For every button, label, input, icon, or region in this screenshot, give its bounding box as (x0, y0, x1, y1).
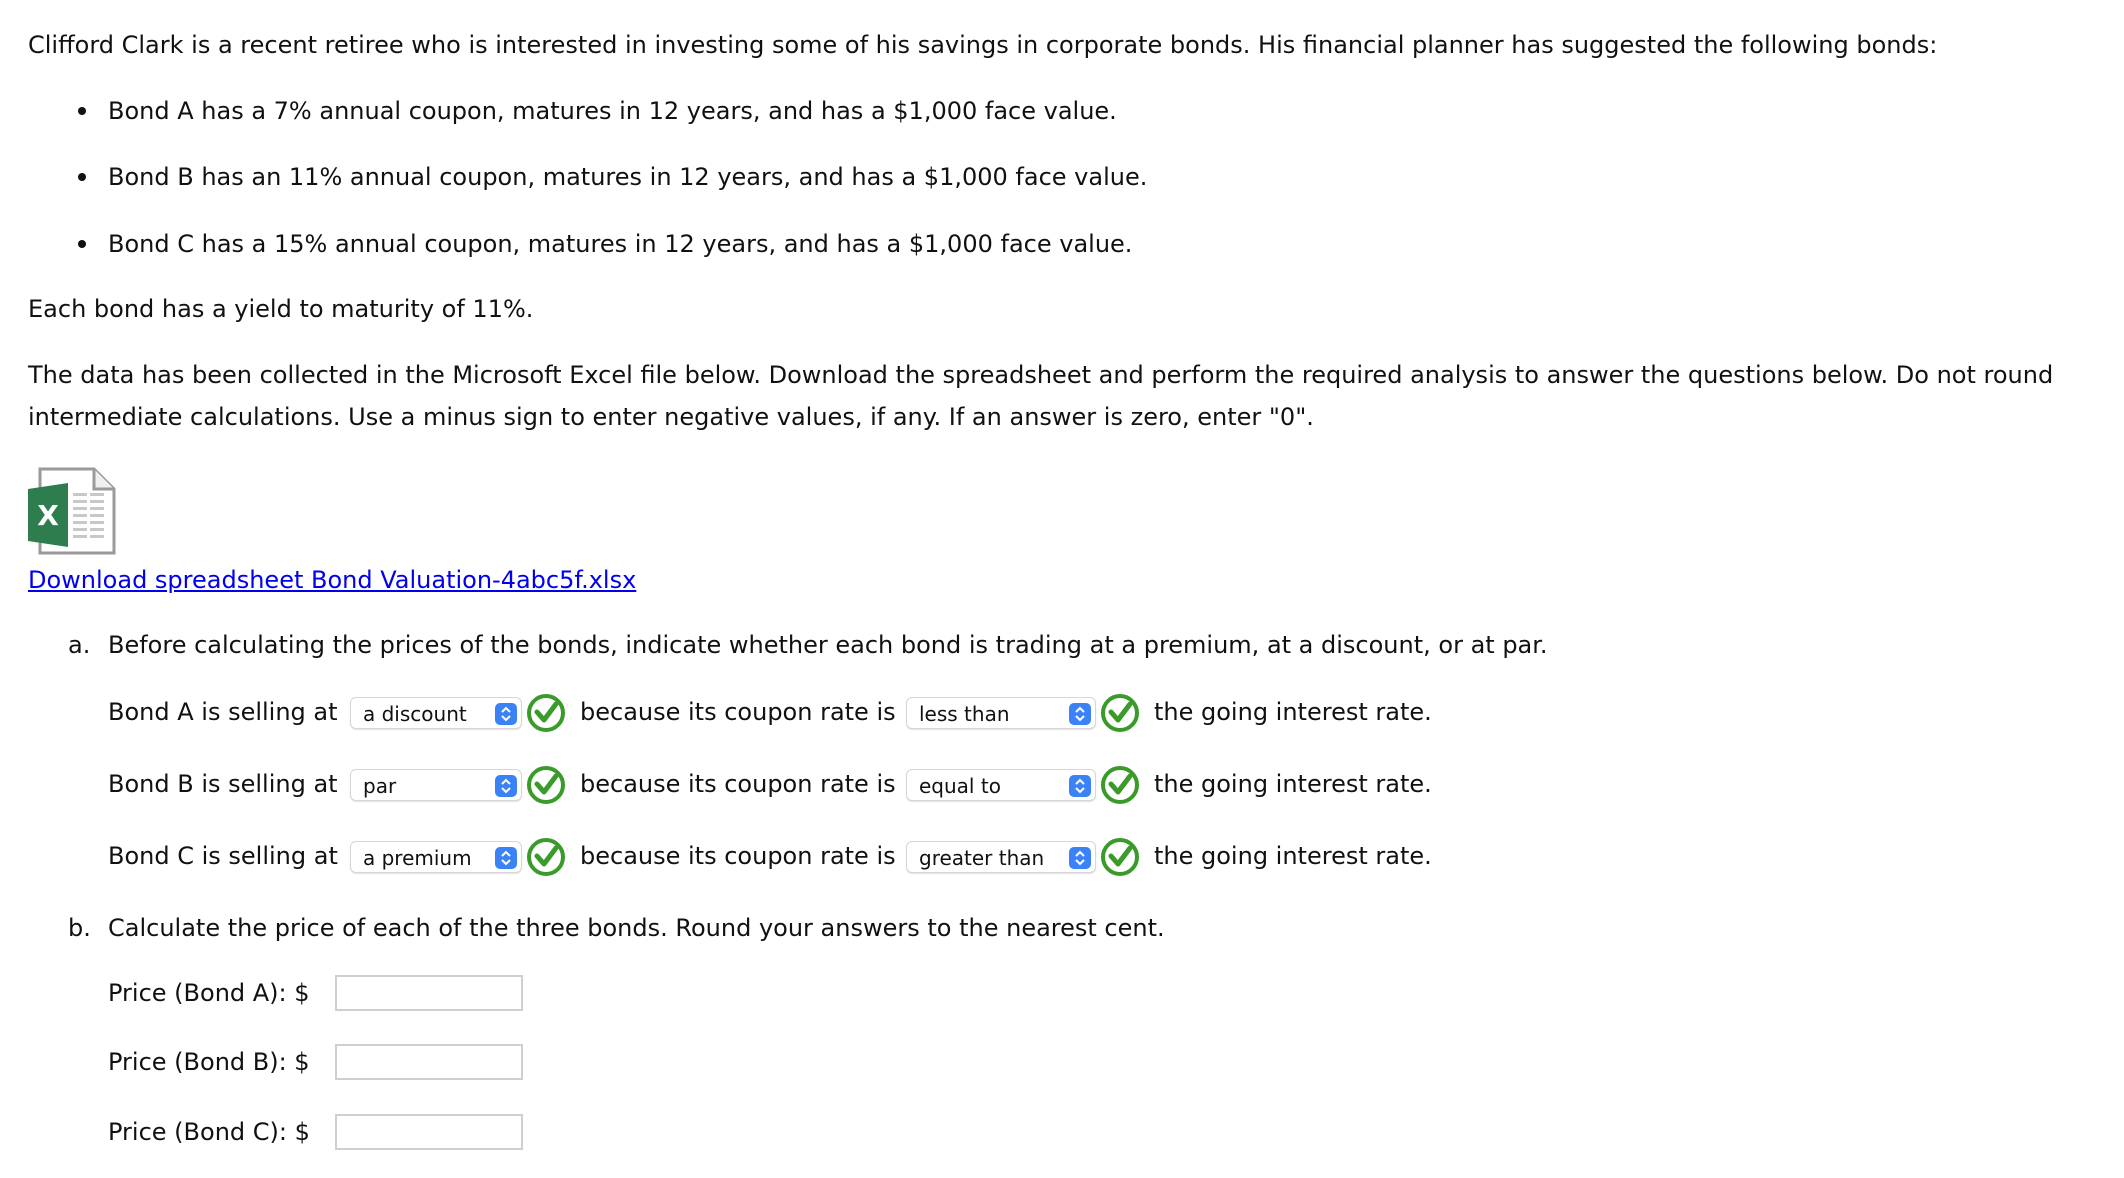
select-arrows-icon (1069, 775, 1091, 797)
select-arrows-icon (495, 775, 517, 797)
select-arrows-icon (1069, 847, 1091, 869)
row-c-end-text: the going interest rate. (1154, 842, 1432, 870)
row-b-end-text: the going interest rate. (1154, 770, 1432, 798)
bond-a-description: Bond A has a 7% annual coupon, matures i… (108, 97, 1117, 125)
bullet-icon (78, 240, 86, 248)
select-value: par (363, 774, 397, 798)
correct-check-icon (526, 837, 566, 877)
bond-a-comparison-select[interactable]: less than (906, 697, 1096, 729)
correct-check-icon (526, 693, 566, 733)
price-bond-c-input[interactable] (335, 1114, 523, 1150)
correct-check-icon (1100, 765, 1140, 805)
row-c-middle-text: because its coupon rate is (580, 842, 896, 870)
row-b-prefix: Bond B is selling at (108, 770, 338, 798)
bond-a-selling-select[interactable]: a discount (350, 697, 522, 729)
part-a-question: Before calculating the prices of the bon… (108, 631, 1548, 659)
bullet-icon (78, 107, 86, 115)
select-arrows-icon (495, 847, 517, 869)
correct-check-icon (1100, 693, 1140, 733)
excel-file-icon[interactable]: X (28, 467, 118, 555)
select-value: a premium (363, 846, 472, 870)
select-value: equal to (919, 774, 1001, 798)
ytm-text: Each bond has a yield to maturity of 11%… (28, 295, 534, 323)
bond-b-selling-select[interactable]: par (350, 769, 522, 801)
correct-check-icon (1100, 837, 1140, 877)
price-bond-a-input[interactable] (335, 975, 523, 1011)
bullet-icon (78, 173, 86, 181)
row-a-end-text: the going interest rate. (1154, 698, 1432, 726)
select-value: greater than (919, 846, 1045, 870)
price-bond-b-input[interactable] (335, 1044, 523, 1080)
price-bond-c-label: Price (Bond C): $ (108, 1118, 310, 1146)
row-c-prefix: Bond C is selling at (108, 842, 338, 870)
bond-b-comparison-select[interactable]: equal to (906, 769, 1096, 801)
row-b-middle-text: because its coupon rate is (580, 770, 896, 798)
bond-c-selling-select[interactable]: a premium (350, 841, 522, 873)
instructions-line-2: intermediate calculations. Use a minus s… (28, 403, 1314, 431)
correct-check-icon (526, 765, 566, 805)
bond-c-description: Bond C has a 15% annual coupon, matures … (108, 230, 1133, 258)
bond-c-comparison-select[interactable]: greater than (906, 841, 1096, 873)
svg-text:X: X (37, 499, 59, 532)
part-a-label: a. (68, 631, 91, 659)
row-a-prefix: Bond A is selling at (108, 698, 338, 726)
download-spreadsheet-link[interactable]: Download spreadsheet Bond Valuation-4abc… (28, 565, 636, 595)
price-bond-b-label: Price (Bond B): $ (108, 1048, 310, 1076)
part-b-question: Calculate the price of each of the three… (108, 914, 1165, 942)
intro-text: Clifford Clark is a recent retiree who i… (28, 31, 1938, 59)
select-value: a discount (363, 702, 467, 726)
instructions-line-1: The data has been collected in the Micro… (28, 361, 2054, 389)
part-b-label: b. (68, 914, 91, 942)
row-a-middle-text: because its coupon rate is (580, 698, 896, 726)
price-bond-a-label: Price (Bond A): $ (108, 979, 310, 1007)
select-value: less than (919, 702, 1010, 726)
select-arrows-icon (495, 703, 517, 725)
select-arrows-icon (1069, 703, 1091, 725)
bond-b-description: Bond B has an 11% annual coupon, matures… (108, 163, 1148, 191)
